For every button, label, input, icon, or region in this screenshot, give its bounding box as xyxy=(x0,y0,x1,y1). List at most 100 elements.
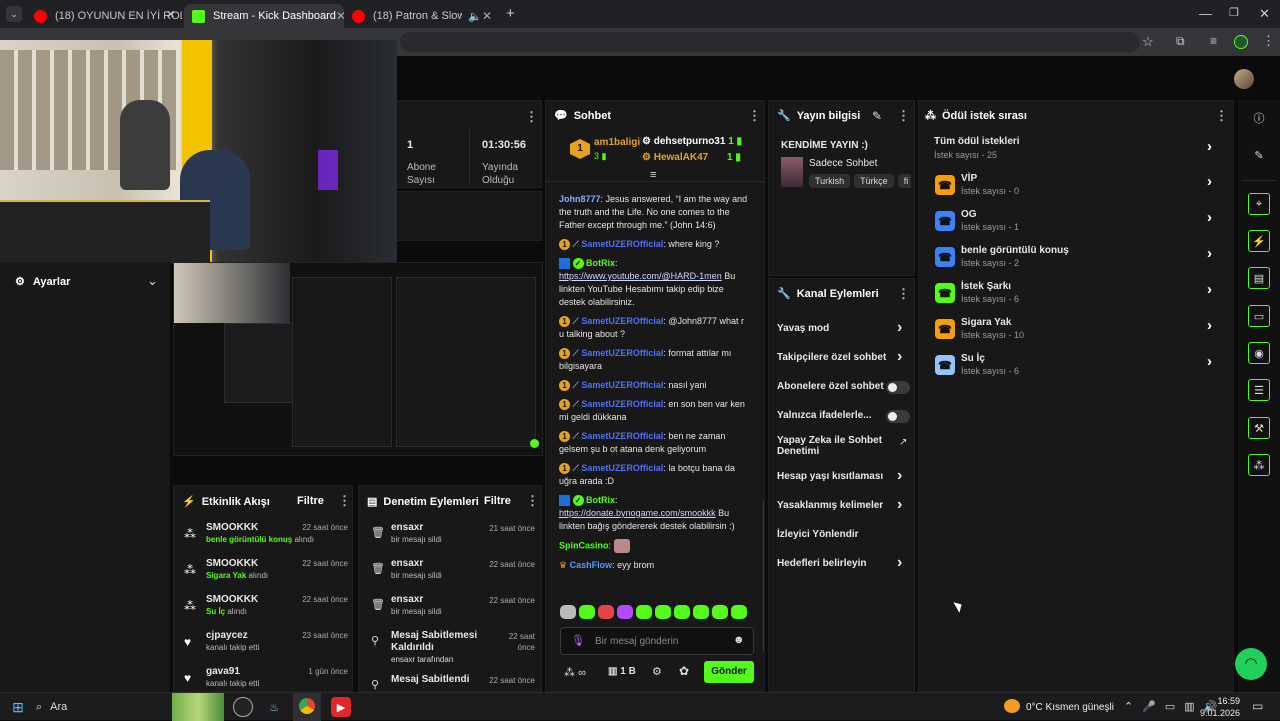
url-field[interactable] xyxy=(400,32,1140,52)
chat-icon[interactable]: ▭ xyxy=(1248,305,1270,327)
extensions-icon[interactable]: ⧉ xyxy=(1176,34,1185,49)
moderation-item[interactable]: 🗑 ensaxr 22 saat önce bir mesajı sildi xyxy=(359,558,541,594)
chrome-taskbar-item[interactable] xyxy=(293,693,321,721)
moderation-item[interactable]: 🗑 ensaxr 21 saat önce bir mesajı sildi xyxy=(359,522,541,558)
chat-input-placeholder[interactable]: Bir mesaj gönderin xyxy=(595,636,678,647)
edit-pencil-icon[interactable]: ✎ xyxy=(872,109,882,123)
chat-scrollbar[interactable] xyxy=(763,501,764,651)
activity-user[interactable]: SMOOKKK xyxy=(206,594,258,605)
top-gifter-2[interactable]: ⚙ dehsetpurno31 1 ▮ xyxy=(642,136,742,147)
broadcast-icon[interactable]: ◉ xyxy=(1248,342,1270,364)
activity-user[interactable]: SMOOKKK xyxy=(206,558,258,569)
reward-item[interactable]: ☎ benle görüntülü konuş İstek sayısı - 2 › xyxy=(934,245,1224,281)
expand-gifters-icon[interactable]: ≡ xyxy=(650,169,656,181)
kebab-menu-icon[interactable]: ⋮ xyxy=(525,109,538,125)
steam-icon[interactable]: ♨ xyxy=(264,697,284,717)
target-icon[interactable]: ⌖ xyxy=(1248,193,1270,215)
chat-username[interactable]: SametUZEROfficial xyxy=(581,348,663,358)
channel-action-3[interactable]: Abonelere özel sohbet xyxy=(769,377,916,406)
browser-tab-youtube-1[interactable]: (18) OYUNUN EN İYİ ROLÜ!! BĞ xyxy=(26,4,182,28)
emote-icon[interactable] xyxy=(693,605,709,619)
channel-action-6[interactable]: Hesap yaşı kısıtlaması › xyxy=(769,467,916,496)
send-button[interactable]: Gönder xyxy=(704,661,754,683)
tag-chip[interactable]: Turkish xyxy=(809,174,851,188)
chat-username[interactable]: SpinCasino xyxy=(559,540,609,550)
reward-item[interactable]: ☎ Sigara Yak İstek sayısı - 10 › xyxy=(934,317,1224,353)
emote-icon[interactable] xyxy=(655,605,671,619)
emote-icon[interactable] xyxy=(731,605,747,619)
tab-search-button[interactable]: ⌄ xyxy=(6,6,22,22)
top-gifter-1-name[interactable]: am1baligi xyxy=(594,137,640,148)
activity-user[interactable]: cjpaycez xyxy=(206,630,248,641)
chat-input-box[interactable]: 🎙 Bir mesaj gönderin ☻ xyxy=(560,627,754,655)
activity-user[interactable]: SMOOKKK xyxy=(206,522,258,533)
emote-icon[interactable] xyxy=(617,605,633,619)
more-menu-icon[interactable]: ⋮ xyxy=(1262,33,1275,49)
channel-action-7[interactable]: Yasaklanmış kelimeler › xyxy=(769,496,916,525)
kebab-menu-icon[interactable]: ⋮ xyxy=(338,493,351,509)
wrench-icon[interactable]: ⚒ xyxy=(1248,417,1270,439)
tag-chip[interactable]: fi xyxy=(897,174,911,188)
lightning-icon[interactable]: ⚡ xyxy=(1248,230,1270,252)
notification-icon[interactable]: ▭ xyxy=(1252,699,1263,713)
new-tab-button[interactable]: + xyxy=(506,5,515,22)
reward-item[interactable]: ☎ VİP İstek sayısı - 0 › xyxy=(934,173,1224,209)
obs-icon[interactable] xyxy=(233,697,253,717)
moderation-item[interactable]: 🗑 ensaxr 22 saat önce bir mesajı sildi xyxy=(359,594,541,630)
category-name[interactable]: Sadece Sohbet xyxy=(809,158,877,169)
activity-user[interactable]: gava91 xyxy=(206,666,240,677)
activity-item[interactable]: ⁂ SMOOKKK 22 saat önce Sigara Yak alındı xyxy=(174,558,352,594)
close-window-icon[interactable]: ✕ xyxy=(1259,6,1270,22)
channel-action-5[interactable]: Yapay Zeka ile Sohbet Denetimi ↗ xyxy=(769,435,916,467)
browser-tab-kick-dashboard[interactable]: Stream - Kick Dashboard ✕ xyxy=(184,4,344,28)
chevron-down-icon[interactable]: ⌄ xyxy=(147,273,158,289)
weather-text[interactable]: 0°C Kısmen güneşli xyxy=(1026,702,1114,713)
chat-username[interactable]: SametUZEROfficial xyxy=(581,463,663,473)
chat-username[interactable]: CashFlow xyxy=(570,560,613,570)
taskbar-search[interactable]: ⌕ Ara xyxy=(36,697,166,717)
activity-item[interactable]: ⁂ SMOOKKK 22 saat önce Su İç alındı xyxy=(174,594,352,630)
kebab-menu-icon[interactable]: ⋮ xyxy=(526,493,539,509)
restore-icon[interactable]: ❐ xyxy=(1229,6,1239,19)
nodes-icon[interactable]: ⁂ xyxy=(1248,454,1270,476)
activity-item[interactable]: ⁂ SMOOKKK 22 saat önce benle görüntülü konu… xyxy=(174,522,352,558)
chat-username[interactable]: BotRix xyxy=(586,258,615,268)
profile-icon[interactable] xyxy=(1234,35,1248,49)
media-app-icon[interactable]: ▶ xyxy=(331,697,351,717)
media-icon[interactable]: ≡ xyxy=(1210,34,1217,48)
browser-tab-youtube-2[interactable]: (18) Patron & SlowFlows' - 🔈 ✕ xyxy=(344,4,500,28)
toggle-switch[interactable] xyxy=(886,381,910,394)
all-rewards-row[interactable]: Tüm ödül istekleri İstek sayısı - 25 › xyxy=(934,136,1224,166)
settings-header[interactable]: ⚙ Ayarlar xyxy=(15,275,70,289)
channel-action-1[interactable]: Yavaş mod › xyxy=(769,319,916,348)
toggle-switch[interactable] xyxy=(886,410,910,423)
emote-icon[interactable] xyxy=(598,605,614,619)
kebab-menu-icon[interactable]: ⋮ xyxy=(897,286,910,302)
clock-date[interactable]: 9.01.2026 xyxy=(1194,708,1240,718)
windows-start-icon[interactable]: ⊞ xyxy=(8,697,28,717)
tag-chip[interactable]: Türkçe xyxy=(854,174,894,188)
info-icon[interactable]: ⓘ xyxy=(1248,107,1270,129)
moderation-filter-button[interactable]: Filtre xyxy=(484,495,511,507)
microphone-icon[interactable]: 🎙 xyxy=(571,634,585,647)
moderation-item[interactable]: ⚲ Mesaj Sabitlendi 22 saat önce xyxy=(359,674,541,691)
reward-item[interactable]: ☎ Su İç İstek sayısı - 6 › xyxy=(934,353,1224,389)
chat-settings-icon[interactable]: ⚙ xyxy=(652,665,662,678)
channel-action-8[interactable]: İzleyici Yönlendir xyxy=(769,525,916,554)
bookmark-star-icon[interactable]: ☆ xyxy=(1142,34,1154,50)
channel-action-4[interactable]: Yalnızca ifadelerle... xyxy=(769,406,916,435)
chat-link[interactable]: https://donate.bynogame.com/smookkk xyxy=(559,508,716,518)
user-avatar[interactable] xyxy=(1234,69,1254,89)
emote-icon[interactable] xyxy=(674,605,690,619)
chat-username[interactable]: SametUZEROfficial xyxy=(581,316,663,326)
chat-username[interactable]: John8777 xyxy=(559,194,601,204)
activity-filter-button[interactable]: Filtre xyxy=(297,495,324,507)
support-headset-icon[interactable]: ◠ xyxy=(1235,648,1267,680)
chat-username[interactable]: SametUZEROfficial xyxy=(581,239,663,249)
top-gifter-3[interactable]: ⚙ HewalAK47 1 ▮ xyxy=(642,152,741,163)
reward-item[interactable]: ☎ İstek Şarkı İstek sayısı - 6 › xyxy=(934,281,1224,317)
emote-icon[interactable] xyxy=(636,605,652,619)
chat-link[interactable]: https://www.youtube.com/@HARD-1men xyxy=(559,271,722,281)
chat-username[interactable]: SametUZEROfficial xyxy=(581,431,663,441)
close-tab-icon[interactable]: ✕ xyxy=(482,9,492,23)
